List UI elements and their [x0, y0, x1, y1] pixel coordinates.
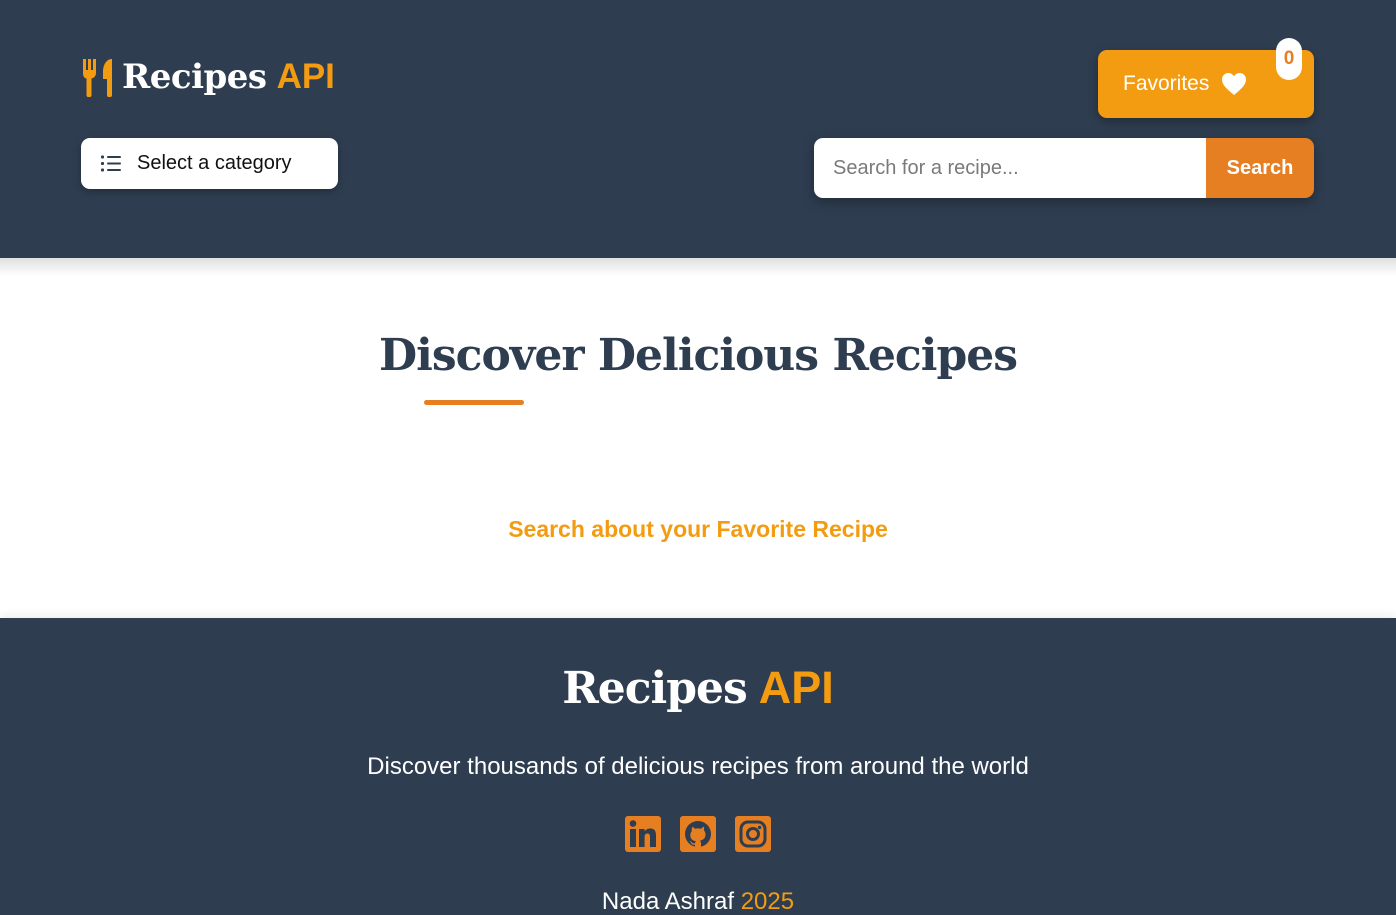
category-label: Select a category [137, 152, 292, 174]
utensils-icon [83, 59, 112, 97]
header-shadow [0, 258, 1396, 276]
footer-credit: Nada Ashraf 2025 [0, 888, 1396, 915]
github-icon[interactable] [680, 816, 716, 852]
search-button[interactable]: Search [1206, 138, 1314, 198]
category-select-button[interactable]: Select a category [81, 138, 338, 189]
favorites-count-badge: 0 [1276, 38, 1302, 80]
search-hint: Search about your Favorite Recipe [508, 516, 888, 542]
footer-brand-text: Recipes [562, 663, 748, 714]
footer-tagline: Discover thousands of delicious recipes … [367, 753, 1029, 780]
copyright-year: 2025 [740, 888, 795, 915]
search-input[interactable] [814, 138, 1206, 198]
page-title: Discover Delicious Recipes [379, 330, 1018, 381]
heart-icon [1222, 73, 1247, 95]
favorites-label: Favorites [1123, 72, 1210, 95]
footer-brand: Recipes API [0, 662, 1396, 714]
logo-text: Recipes [122, 57, 267, 97]
title-underline [424, 400, 524, 405]
instagram-icon[interactable] [735, 816, 771, 852]
list-icon [101, 155, 121, 172]
footer-brand-accent: API [758, 662, 834, 713]
author-name: Nada Ashraf [601, 888, 735, 915]
linkedin-icon[interactable] [625, 816, 661, 852]
logo-accent: API [276, 57, 335, 96]
logo[interactable]: Recipes API [81, 56, 335, 98]
social-links [625, 816, 790, 852]
search-bar: Search [814, 138, 1314, 198]
site-header: Recipes API Favorites 0 Select a categor… [0, 0, 1396, 258]
